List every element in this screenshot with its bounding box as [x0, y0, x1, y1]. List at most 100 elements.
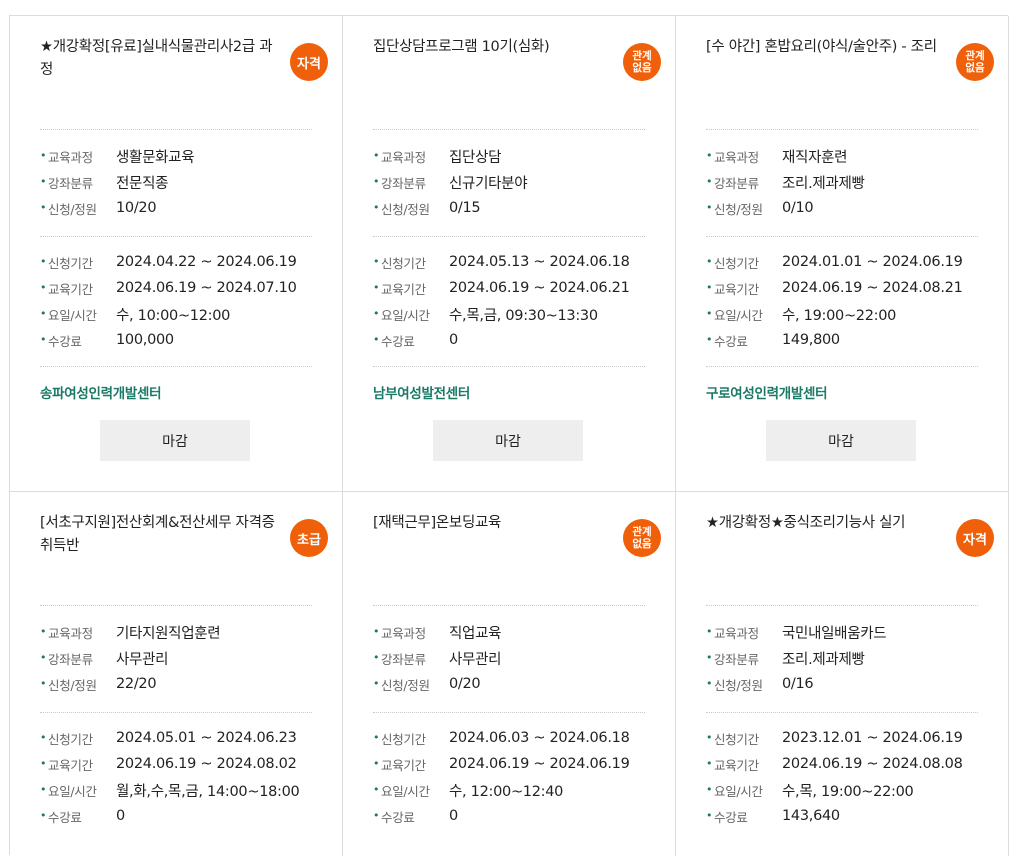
label-day-time: 요일/시간: [48, 307, 97, 323]
divider: [373, 605, 645, 606]
course-card[interactable]: ★개강확정[유료]실내식물관리사2급 과정 자격 • 교육과정 생활문화교육 • 강좌…: [10, 16, 343, 492]
value-edu-period: 2024.06.19 ~ 2024.08.21: [782, 280, 963, 296]
label-category: 강좌분류: [714, 651, 759, 667]
divider: [706, 712, 978, 713]
level-badge: 관계 없음: [623, 519, 661, 557]
value-edu-period: 2024.06.19 ~ 2024.06.19: [449, 756, 630, 772]
bullet-icon: •: [40, 650, 47, 664]
value-edu-period: 2024.06.19 ~ 2024.08.08: [782, 756, 963, 772]
value-edu-period: 2024.06.19 ~ 2024.06.21: [449, 280, 630, 296]
bullet-icon: •: [373, 280, 380, 294]
value-day-time: 수, 12:00~12:40: [449, 783, 564, 800]
label-day-time: 요일/시간: [48, 783, 97, 799]
value-course: 국민내일배움카드: [782, 625, 887, 642]
divider: [706, 605, 978, 606]
label-apply-period: 신청기간: [381, 731, 426, 747]
course-info-group: • 교육과정 국민내일배움카드 • 강좌분류 조리.제과제빵 • 신청/정원 0/16: [706, 619, 988, 697]
bullet-icon: •: [373, 756, 380, 770]
label-course: 교육과정: [48, 149, 93, 165]
label-category: 강좌분류: [714, 175, 759, 191]
label-enroll: 신청/정원: [381, 201, 430, 217]
level-badge: 관계 없음: [956, 43, 994, 81]
value-apply-period: 2024.05.01 ~ 2024.06.23: [116, 730, 297, 746]
value-day-time: 수, 19:00~22:00: [782, 307, 897, 324]
value-apply-period: 2024.06.03 ~ 2024.06.18: [449, 730, 630, 746]
value-apply-period: 2024.01.01 ~ 2024.06.19: [782, 254, 963, 270]
course-info-group: • 교육과정 재직자훈련 • 강좌분류 조리.제과제빵 • 신청/정원 0/10: [706, 143, 988, 221]
divider: [40, 366, 312, 367]
label-course: 교육과정: [714, 625, 759, 641]
bullet-icon: •: [706, 254, 713, 268]
level-badge: 관계 없음: [623, 43, 661, 81]
course-info-group: • 교육과정 생활문화교육 • 강좌분류 전문직종 • 신청/정원 10/20: [40, 143, 322, 221]
level-badge: 초급: [290, 519, 328, 557]
course-title[interactable]: [수 야간] 혼밥요리(야식/술안주) - 조리: [706, 36, 946, 59]
bullet-icon: •: [706, 808, 713, 822]
course-title[interactable]: 집단상담프로그램 10기(심화): [373, 36, 613, 59]
course-title[interactable]: ★개강확정[유료]실내식물관리사2급 과정: [40, 36, 280, 82]
schedule-info-group: • 신청기간 2024.05.13 ~ 2024.06.18 • 교육기간 2024.0…: [373, 249, 655, 353]
label-category: 강좌분류: [381, 175, 426, 191]
bullet-icon: •: [40, 148, 47, 162]
course-title[interactable]: [재택근무]온보딩교육: [373, 512, 613, 535]
course-title[interactable]: [서초구지원]전산회계&전산세무 자격증 취득반: [40, 512, 280, 558]
divider: [373, 236, 645, 237]
value-apply-period: 2023.12.01 ~ 2024.06.19: [782, 730, 963, 746]
label-enroll: 신청/정원: [48, 201, 97, 217]
course-card[interactable]: [수 야간] 혼밥요리(야식/술안주) - 조리 관계 없음 • 교육과정 재직자훈…: [676, 16, 1009, 492]
label-category: 강좌분류: [48, 175, 93, 191]
bullet-icon: •: [40, 730, 47, 744]
label-fee: 수강료: [381, 809, 415, 825]
value-category: 사무관리: [116, 651, 169, 668]
label-course: 교육과정: [714, 149, 759, 165]
closed-button[interactable]: 마감: [433, 420, 583, 461]
training-center-link[interactable]: 남부여성발전센터: [373, 382, 470, 402]
label-fee: 수강료: [381, 333, 415, 349]
divider: [373, 366, 645, 367]
divider: [706, 236, 978, 237]
label-course: 교육과정: [381, 149, 426, 165]
label-apply-period: 신청기간: [714, 255, 759, 271]
closed-button[interactable]: 마감: [766, 420, 916, 461]
bullet-icon: •: [373, 808, 380, 822]
label-course: 교육과정: [381, 625, 426, 641]
closed-button[interactable]: 마감: [100, 420, 250, 461]
value-course: 직업교육: [449, 625, 502, 642]
bullet-icon: •: [373, 148, 380, 162]
label-fee: 수강료: [48, 809, 82, 825]
training-center-link[interactable]: 송파여성인력개발센터: [40, 382, 162, 402]
bullet-icon: •: [706, 148, 713, 162]
value-enroll: 22/20: [116, 676, 157, 692]
bullet-icon: •: [40, 280, 47, 294]
value-day-time: 월,화,수,목,금, 14:00~18:00: [116, 783, 300, 800]
bullet-icon: •: [706, 650, 713, 664]
divider: [40, 712, 312, 713]
bullet-icon: •: [706, 332, 713, 346]
bullet-icon: •: [706, 306, 713, 320]
label-edu-period: 교육기간: [48, 281, 93, 297]
value-edu-period: 2024.06.19 ~ 2024.07.10: [116, 280, 297, 296]
course-card[interactable]: ★개강확정★중식조리기능사 실기 자격 • 교육과정 국민내일배움카드 • 강좌분류 조…: [676, 492, 1009, 856]
course-card[interactable]: [서초구지원]전산회계&전산세무 자격증 취득반 초급 • 교육과정 기타지원직업훈…: [10, 492, 343, 856]
label-fee: 수강료: [714, 809, 748, 825]
bullet-icon: •: [40, 624, 47, 638]
value-category: 신규기타분야: [449, 175, 528, 192]
course-title[interactable]: ★개강확정★중식조리기능사 실기: [706, 512, 946, 535]
value-enroll: 10/20: [116, 200, 157, 216]
divider: [40, 605, 312, 606]
bullet-icon: •: [40, 808, 47, 822]
schedule-info-group: • 신청기간 2024.01.01 ~ 2024.06.19 • 교육기간 2024.0…: [706, 249, 988, 353]
value-category: 조리.제과제빵: [782, 651, 865, 668]
training-center-link[interactable]: 구로여성인력개발센터: [706, 382, 828, 402]
bullet-icon: •: [706, 756, 713, 770]
divider: [706, 129, 978, 130]
bullet-icon: •: [40, 254, 47, 268]
value-course: 집단상담: [449, 149, 502, 166]
bullet-icon: •: [373, 254, 380, 268]
course-card[interactable]: [재택근무]온보딩교육 관계 없음 • 교육과정 직업교육 • 강좌분류 사무관리 • 신…: [343, 492, 676, 856]
label-course: 교육과정: [48, 625, 93, 641]
course-card[interactable]: 집단상담프로그램 10기(심화) 관계 없음 • 교육과정 집단상담 • 강좌분류 신규…: [343, 16, 676, 492]
value-course: 생활문화교육: [116, 149, 195, 166]
label-apply-period: 신청기간: [714, 731, 759, 747]
label-edu-period: 교육기간: [714, 281, 759, 297]
